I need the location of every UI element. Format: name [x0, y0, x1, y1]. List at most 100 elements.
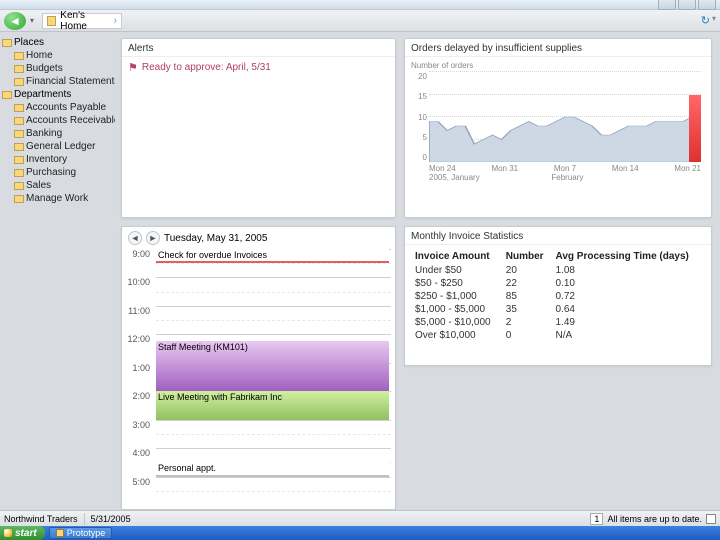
- folder-icon: [14, 104, 24, 112]
- window-titlebar: [0, 0, 720, 10]
- tree-item[interactable]: Inventory: [2, 153, 113, 166]
- table-cell: Over $10,000: [411, 329, 502, 342]
- nav-toolbar: ◄ ▾ Ken's Home › ↻ ▾: [0, 10, 720, 32]
- table-cell: 0.64: [551, 303, 705, 316]
- panel-title: Monthly Invoice Statistics: [405, 227, 711, 245]
- start-button[interactable]: start: [0, 526, 45, 540]
- tree-label: Accounts Receivable: [26, 115, 115, 126]
- table-cell: N/A: [551, 329, 705, 342]
- chart-plot-area: 05101520: [429, 72, 701, 162]
- table-row: $50 - $250220.10: [411, 277, 705, 290]
- tree-label: Places: [14, 37, 44, 48]
- table-cell: 1.49: [551, 316, 705, 329]
- status-count: 1: [590, 513, 603, 525]
- alerts-panel: Alerts ⚑ Ready to approve: April, 5/31: [121, 38, 396, 218]
- minimize-button[interactable]: [658, 0, 676, 10]
- table-header: Avg Processing Time (days): [551, 249, 705, 264]
- tree-label: Financial Statements: [26, 76, 115, 87]
- table-row: Under $50201.08: [411, 264, 705, 277]
- tree-item[interactable]: Budgets: [2, 62, 113, 75]
- chevron-right-icon: ›: [114, 15, 117, 26]
- refresh-icon[interactable]: ↻: [701, 14, 710, 27]
- table-cell: 22: [502, 277, 552, 290]
- table-cell: 35: [502, 303, 552, 316]
- app-icon: [56, 529, 64, 537]
- alert-text: Ready to approve: April, 5/31: [142, 62, 271, 73]
- tree-item[interactable]: Home: [2, 49, 113, 62]
- tree-section[interactable]: Places: [2, 36, 113, 49]
- table-row: $250 - $1,000850.72: [411, 290, 705, 303]
- panel-title: Orders delayed by insufficient supplies: [405, 39, 711, 57]
- folder-icon: [2, 39, 12, 47]
- table-cell: $1,000 - $5,000: [411, 303, 502, 316]
- calendar-grid[interactable]: 9:0010:0011:0012:001:002:003:004:005:00 …: [156, 249, 391, 505]
- table-cell: $50 - $250: [411, 277, 502, 290]
- folder-icon: [14, 78, 24, 86]
- table-cell: 0.72: [551, 290, 705, 303]
- chart-current-bar: [689, 95, 701, 163]
- start-label: start: [15, 528, 37, 539]
- table-header: Invoice Amount: [411, 249, 502, 264]
- status-text: All items are up to date.: [607, 514, 702, 524]
- folder-icon: [14, 169, 24, 177]
- tree-label: Departments: [14, 89, 71, 100]
- chart-ylabel: Number of orders: [411, 61, 705, 70]
- tree-label: General Ledger: [26, 141, 96, 152]
- orders-chart-panel: Orders delayed by insufficient supplies …: [404, 38, 712, 218]
- folder-icon: [14, 130, 24, 138]
- tree-item[interactable]: Accounts Receivable: [2, 114, 113, 127]
- tree-section[interactable]: Departments: [2, 88, 113, 101]
- table-row: Over $10,0000N/A: [411, 329, 705, 342]
- tree-item[interactable]: Purchasing: [2, 166, 113, 179]
- folder-icon: [14, 195, 24, 203]
- table-cell: 2: [502, 316, 552, 329]
- windows-logo-icon: [4, 529, 12, 537]
- status-date: 5/31/2005: [91, 514, 131, 524]
- tree-item[interactable]: Manage Work: [2, 192, 113, 205]
- tree-label: Inventory: [26, 154, 67, 165]
- calendar-prev-button[interactable]: ◄: [128, 231, 142, 245]
- maximize-button[interactable]: [678, 0, 696, 10]
- table-cell: 20: [502, 264, 552, 277]
- sync-icon[interactable]: [706, 514, 716, 524]
- folder-icon: [47, 16, 56, 26]
- flag-icon: ⚑: [128, 61, 138, 74]
- table-row: $1,000 - $5,000350.64: [411, 303, 705, 316]
- breadcrumb-label: Ken's Home: [60, 10, 109, 32]
- status-company: Northwind Traders: [4, 514, 78, 524]
- table-cell: $250 - $1,000: [411, 290, 502, 303]
- table-row: $5,000 - $10,00021.49: [411, 316, 705, 329]
- nav-back-dropdown[interactable]: ▾: [30, 16, 38, 25]
- alert-item[interactable]: ⚑ Ready to approve: April, 5/31: [128, 61, 389, 74]
- tree-item[interactable]: Sales: [2, 179, 113, 192]
- stats-panel: Monthly Invoice Statistics Invoice Amoun…: [404, 226, 712, 366]
- tree-item[interactable]: General Ledger: [2, 140, 113, 153]
- calendar-event[interactable]: Personal appt.: [156, 462, 389, 476]
- tree-item[interactable]: Accounts Payable: [2, 101, 113, 114]
- calendar-next-button[interactable]: ►: [146, 231, 160, 245]
- folder-icon: [14, 182, 24, 190]
- tree-item[interactable]: Banking: [2, 127, 113, 140]
- tree-label: Banking: [26, 128, 62, 139]
- close-button[interactable]: [698, 0, 716, 10]
- refresh-dropdown-icon[interactable]: ▾: [712, 14, 716, 27]
- folder-icon: [14, 156, 24, 164]
- nav-tree: Places HomeBudgetsFinancial Statements Dep…: [0, 32, 115, 510]
- stats-table: Invoice AmountNumberAvg Processing Time …: [411, 249, 705, 342]
- table-cell: Under $50: [411, 264, 502, 277]
- tree-label: Home: [26, 50, 53, 61]
- nav-back-button[interactable]: ◄: [4, 12, 26, 30]
- breadcrumb[interactable]: Ken's Home ›: [42, 13, 122, 29]
- taskbar: start Prototype: [0, 526, 720, 540]
- calendar-event[interactable]: Live Meeting with Fabrikam Inc: [156, 391, 389, 419]
- calendar-event[interactable]: Check for overdue Invoices: [156, 249, 389, 263]
- tree-label: Manage Work: [26, 193, 88, 204]
- calendar-event[interactable]: Staff Meeting (KM101): [156, 341, 389, 391]
- table-cell: 85: [502, 290, 552, 303]
- tree-item[interactable]: Financial Statements: [2, 75, 113, 88]
- table-header: Number: [502, 249, 552, 264]
- taskbar-button[interactable]: Prototype: [49, 527, 113, 539]
- calendar-panel: ◄ ► Tuesday, May 31, 2005 9:0010:0011:00…: [121, 226, 396, 510]
- table-cell: 0.10: [551, 277, 705, 290]
- taskbar-button-label: Prototype: [67, 528, 106, 538]
